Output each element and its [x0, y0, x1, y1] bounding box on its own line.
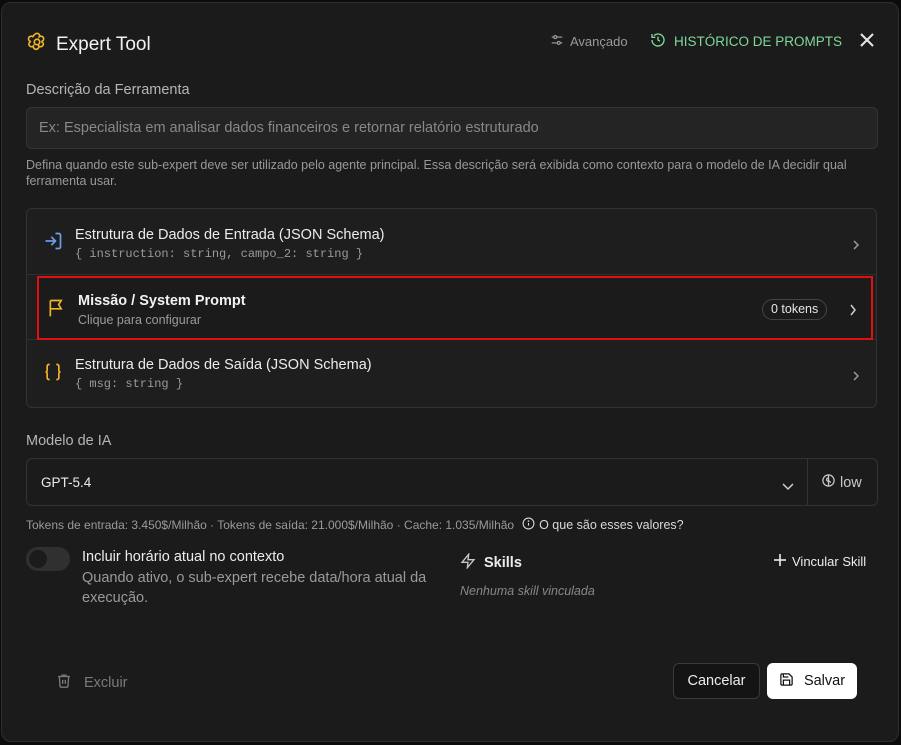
skills-empty-state: Nenhuma skill vinculada [460, 584, 595, 598]
input-schema-card[interactable]: Estrutura de Dados de Entrada (JSON Sche… [27, 209, 876, 274]
pricing-help-link[interactable]: O que são esses valores? [522, 517, 684, 533]
delete-label: Excluir [84, 674, 128, 691]
model-dropdown[interactable]: GPT-5.4 [27, 459, 807, 505]
description-label: Descrição da Ferramenta [26, 82, 190, 98]
model-selected-value: GPT-5.4 [41, 475, 92, 490]
model-selector: GPT-5.4 low [26, 458, 878, 506]
save-icon [779, 672, 794, 691]
plus-icon [774, 554, 786, 569]
system-prompt-card[interactable]: Missão / System Prompt Clique para confi… [37, 276, 873, 340]
token-count-badge: 0 tokens [762, 299, 828, 320]
time-context-toggle[interactable] [26, 547, 70, 571]
input-schema-title: Estrutura de Dados de Entrada (JSON Sche… [75, 227, 385, 243]
delete-button[interactable]: Excluir [56, 672, 128, 693]
model-label: Modelo de IA [26, 433, 112, 449]
input-schema-subtitle: { instruction: string, campo_2: string } [75, 247, 364, 261]
flower-icon [26, 31, 48, 59]
brain-icon [821, 473, 836, 492]
lightning-icon [460, 552, 476, 573]
advanced-label: Avançado [570, 34, 628, 49]
save-label: Salvar [803, 673, 846, 689]
system-prompt-title: Missão / System Prompt [78, 293, 246, 309]
reasoning-effort-button[interactable]: low [821, 473, 862, 492]
info-icon [522, 517, 535, 533]
divider [807, 459, 808, 505]
skills-title: Skills [484, 555, 522, 571]
link-skill-button[interactable]: Vincular Skill [774, 554, 866, 569]
prompt-history-button[interactable]: HISTÓRICO DE PROMPTS [650, 32, 842, 51]
title-text: Expert Tool [56, 34, 151, 55]
flag-icon [47, 297, 67, 324]
history-icon [650, 32, 666, 51]
trash-icon [56, 672, 72, 693]
close-icon[interactable] [858, 31, 876, 49]
toggle-knob [29, 550, 47, 568]
skills-heading: Skills [460, 552, 522, 573]
advanced-button[interactable]: Avançado [550, 33, 628, 50]
login-arrow-icon [43, 231, 63, 251]
output-schema-title: Estrutura de Dados de Saída (JSON Schema… [75, 357, 372, 373]
save-button[interactable]: Salvar [767, 663, 857, 699]
description-input[interactable] [26, 107, 878, 149]
history-label: HISTÓRICO DE PROMPTS [674, 34, 843, 49]
chevron-right-icon [849, 303, 857, 321]
pricing-text: Tokens de entrada: 3.450$/Milhão · Token… [26, 518, 515, 532]
expert-tool-modal: Expert Tool Avançado HISTÓRICO DE PROMPT… [1, 2, 899, 742]
time-context-title: Incluir horário atual no contexto [82, 549, 285, 565]
chevron-right-icon [852, 368, 860, 381]
description-help-text: Defina quando este sub-expert deve ser u… [26, 158, 847, 188]
braces-icon [43, 362, 63, 382]
divider [27, 274, 876, 275]
output-schema-card[interactable]: Estrutura de Dados de Saída (JSON Schema… [27, 340, 876, 405]
system-prompt-subtitle: Clique para configurar [78, 313, 201, 327]
sliders-icon [550, 33, 564, 50]
cancel-button[interactable]: Cancelar [673, 663, 760, 699]
output-schema-subtitle: { msg: string } [75, 377, 184, 391]
time-context-description: Quando ativo, o sub-expert recebe data/h… [82, 570, 427, 606]
reasoning-effort-value: low [840, 474, 862, 491]
pricing-help-label: O que são esses valores? [539, 518, 684, 532]
model-pricing: Tokens de entrada: 3.450$/Milhão · Token… [26, 517, 684, 533]
chevron-right-icon [852, 237, 860, 250]
chevron-down-icon [782, 478, 794, 491]
link-skill-label: Vincular Skill [792, 554, 867, 569]
modal-title: Expert Tool [26, 31, 151, 59]
